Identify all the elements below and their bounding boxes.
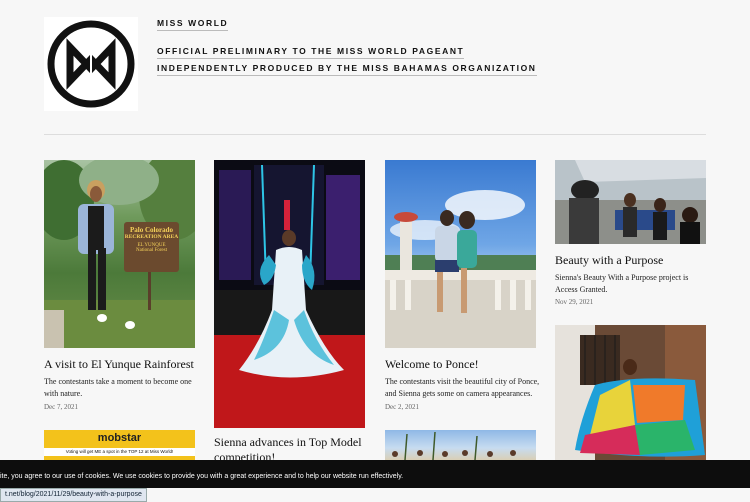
post-date-beauty-purpose: Nov 29, 2021 [555,298,594,306]
post-date-el-yunque: Dec 7, 2021 [44,403,79,411]
miss-world-logo-icon [47,20,135,108]
tagline-line-2: INDEPENDENTLY PRODUCED BY THE MISS BAHAM… [157,63,537,76]
site-header-text: MISS WORLD OFFICIAL PRELIMINARY TO THE M… [157,18,537,76]
tagline-line-1: OFFICIAL PRELIMINARY TO THE MISS WORLD P… [157,46,465,59]
sign-line-1: Palo Colorado [130,226,173,234]
post-image-beach[interactable] [385,430,536,460]
post-title-el-yunque[interactable]: A visit to El Yunque Rainforest [44,357,204,372]
post-image-colorful-dress[interactable] [555,325,706,460]
promo-caption: Voting will get ME a spot in the TOP 12 … [44,448,195,456]
park-sign: Palo Colorado RECREATION AREA EL YUNQUE … [124,222,179,270]
post-excerpt-ponce: The contestants visit the beautiful city… [385,377,540,398]
cookie-banner-text: ite, you agree to our use of cookies. We… [0,473,404,480]
post-excerpt-el-yunque: The contestants take a moment to become … [44,377,192,398]
post-excerpt-beauty-purpose: Sienna's Beauty With a Purpose project i… [555,273,689,294]
post-title-ponce[interactable]: Welcome to Ponce! [385,357,545,372]
sign-line-4: National Forest [136,248,167,253]
post-title-beauty-purpose[interactable]: Beauty with a Purpose [555,253,715,268]
post-date-ponce: Dec 2, 2021 [385,403,420,411]
sign-line-2: RECREATION AREA [124,234,179,240]
header-divider [44,134,706,135]
site-logo[interactable] [44,17,138,111]
post-image-ponce[interactable] [385,160,536,348]
mobstar-promo-banner[interactable]: mobstar Voting will get ME a spot in the… [44,430,195,460]
post-image-top-model[interactable] [214,160,365,428]
site-title[interactable]: MISS WORLD [157,18,229,31]
promo-brand: mobstar [97,432,142,444]
post-image-el-yunque[interactable]: Palo Colorado RECREATION AREA EL YUNQUE … [44,160,195,348]
post-image-beauty-purpose[interactable] [555,160,706,244]
